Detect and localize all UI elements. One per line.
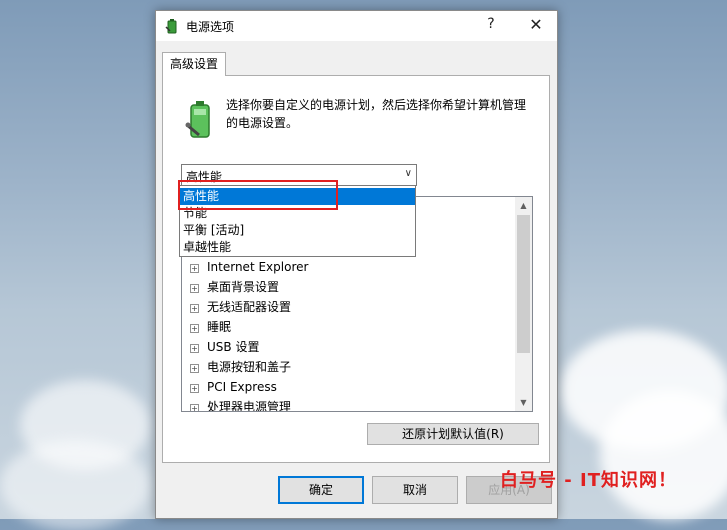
cancel-button[interactable]: 取消 — [372, 476, 458, 504]
window-title: 电源选项 — [186, 20, 235, 34]
expand-plus-icon[interactable]: + — [190, 344, 199, 353]
tree-item-label: 桌面背景设置 — [207, 280, 280, 294]
cloud — [0, 440, 150, 530]
cloud — [600, 390, 727, 520]
restore-defaults-button[interactable]: 还原计划默认值(R) — [367, 423, 539, 445]
description-text: 选择你要自定义的电源计划，然后选择你希望计算机管理的电源设置。 — [226, 98, 527, 130]
tree-scrollbar[interactable]: ▲ ▼ — [515, 197, 532, 411]
help-button[interactable]: ? — [484, 16, 498, 34]
tree-item-label: PCI Express — [207, 380, 277, 394]
battery-icon — [185, 101, 210, 138]
tree-item-label: 电源按钮和盖子 — [207, 360, 292, 374]
expand-plus-icon[interactable]: + — [190, 264, 199, 273]
tree-item-internet-explorer[interactable]: + Internet Explorer — [190, 257, 308, 277]
expand-plus-icon[interactable]: + — [190, 364, 199, 373]
power-options-dialog: 电源选项 ? ✕ 高级设置 选择你要自定义的电源计划，然后选择你希望计算机管理的… — [155, 10, 558, 519]
dropdown-option-balanced[interactable]: 平衡 [活动] — [180, 222, 415, 239]
scroll-thumb[interactable] — [517, 215, 530, 353]
power-options-icon — [165, 19, 177, 34]
tree-item-sleep[interactable]: + 睡眠 — [190, 317, 231, 337]
tree-item-power-buttons[interactable]: + 电源按钮和盖子 — [190, 357, 291, 377]
expand-plus-icon[interactable]: + — [190, 284, 199, 293]
scroll-up-icon[interactable]: ▲ — [515, 197, 532, 214]
ok-button[interactable]: 确定 — [278, 476, 364, 504]
tree-item-wireless-adapter[interactable]: + 无线适配器设置 — [190, 297, 291, 317]
scroll-down-icon[interactable]: ▼ — [515, 394, 532, 411]
tree-item-desktop-background[interactable]: + 桌面背景设置 — [190, 277, 279, 297]
tree-item-label: Internet Explorer — [207, 260, 309, 274]
advanced-settings-panel: 选择你要自定义的电源计划，然后选择你希望计算机管理的电源设置。 高性能 ∨ + I… — [162, 75, 550, 463]
expand-plus-icon[interactable]: + — [190, 384, 199, 393]
watermark-text: 白马号 - IT知识网！ — [500, 470, 677, 491]
tree-item-usb-settings[interactable]: + USB 设置 — [190, 337, 259, 357]
tree-item-label: 睡眠 — [207, 320, 232, 334]
expand-plus-icon[interactable]: + — [190, 304, 199, 313]
dropdown-option-ultimate-performance[interactable]: 卓越性能 — [180, 239, 415, 256]
annotation-highlight-box — [178, 180, 338, 210]
expand-plus-icon[interactable]: + — [190, 324, 199, 333]
tab-advanced-settings[interactable]: 高级设置 — [162, 52, 226, 76]
tree-item-label: 处理器电源管理 — [207, 400, 292, 412]
tree-item-processor-power[interactable]: + 处理器电源管理 — [190, 397, 292, 412]
tree-item-label: USB 设置 — [207, 340, 260, 354]
tree-item-pci-express[interactable]: + PCI Express — [190, 377, 277, 397]
expand-plus-icon[interactable]: + — [190, 404, 199, 411]
chevron-down-icon[interactable]: ∨ — [405, 168, 412, 179]
title-bar: 电源选项 ? ✕ — [156, 11, 557, 41]
close-button[interactable]: ✕ — [527, 15, 545, 35]
tree-item-label: 无线适配器设置 — [207, 300, 292, 314]
